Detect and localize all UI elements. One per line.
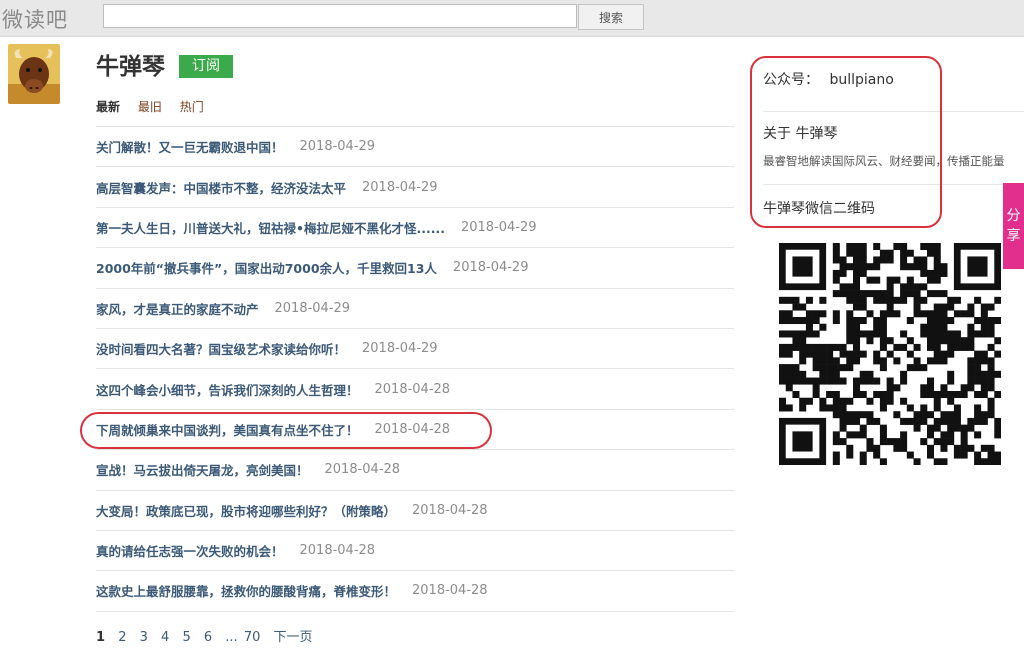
list-item: 2000年前“撤兵事件”，国家出动7000余人，千里救回13人 2018-04-2… [96, 248, 734, 289]
article-link[interactable]: 没时间看四大名著？国宝级艺术家读给你听！ [96, 339, 346, 358]
article-link[interactable]: 2000年前“撤兵事件”，国家出动7000余人，千里救回13人 [96, 258, 437, 277]
article-link[interactable]: 关门解散！又一巨无霸败退中国！ [96, 137, 284, 156]
article-date: 2018-04-28 [412, 583, 488, 599]
list-item: 家风，才是真正的家庭不动产 2018-04-29 [96, 289, 734, 329]
article-date: 2018-04-29 [460, 219, 537, 235]
page-link[interactable]: 6 [204, 630, 212, 645]
article-date: 2018-04-28 [412, 502, 488, 518]
article-date: 2018-04-29 [299, 139, 376, 155]
article-link[interactable]: 高层智囊发声：中国楼市不整，经济没法太平 [96, 178, 346, 197]
search-button[interactable]: 搜索 [578, 4, 644, 30]
search-input[interactable] [103, 4, 577, 28]
article-date: 2018-04-28 [324, 462, 401, 478]
page-link[interactable]: 5 [182, 630, 190, 645]
share-label-bottom: 享 [1006, 228, 1021, 244]
list-item: 大变局！政策底已现，股市将迎哪些利好？（附策略） 2018-04-28 [96, 491, 734, 531]
article-link[interactable]: 这四个峰会小细节，告诉我们深刻的人生哲理！ [96, 380, 359, 399]
next-page-link[interactable]: 下一页 [274, 630, 313, 645]
tab-hot[interactable]: 热门 [180, 100, 204, 114]
article-date: 2018-04-28 [374, 381, 451, 397]
list-item: 没时间看四大名著？国宝级艺术家读给你听！ 2018-04-29 [96, 329, 734, 370]
article-link[interactable]: 宣战！马云拔出倚天屠龙，亮剑美国！ [96, 460, 309, 479]
page-link[interactable]: 3 [140, 630, 148, 645]
article-date: 2018-04-29 [274, 300, 351, 316]
list-item: 宣战！马云拔出倚天屠龙，亮剑美国！ 2018-04-28 [96, 450, 734, 491]
article-link[interactable]: 大变局！政策底已现，股市将迎哪些利好？（附策略） [96, 501, 396, 520]
page-link[interactable]: 70 [244, 630, 261, 645]
list-item: 真的请给任志强一次失败的机会！ 2018-04-28 [96, 531, 734, 572]
qr-code [779, 243, 1002, 466]
article-date: 2018-04-28 [299, 543, 376, 559]
page-title: 牛弹琴 [96, 54, 165, 80]
top-bar: 微读吧 搜索 [0, 0, 1024, 37]
sort-tabs: 最新 最旧 热门 [96, 98, 218, 115]
site-logo[interactable]: 微读吧 [2, 4, 68, 34]
list-item: 这四个峰会小细节，告诉我们深刻的人生哲理！ 2018-04-28 [96, 369, 734, 410]
page-current: 1 [96, 630, 106, 645]
article-link[interactable]: 第一夫人生日，川普送大礼，钮祜禄•梅拉尼娅不黑化才怪...... [96, 218, 445, 237]
tab-latest[interactable]: 最新 [96, 100, 120, 114]
share-label-top: 分 [1006, 208, 1021, 224]
article-list: 关门解散！又一巨无霸败退中国！ 2018-04-29 高层智囊发声：中国楼市不整，… [96, 126, 734, 612]
page-link[interactable]: 2 [118, 630, 126, 645]
article-link[interactable]: 真的请给任志强一次失败的机会！ [96, 541, 284, 560]
list-item: 关门解散！又一巨无霸败退中国！ 2018-04-29 [96, 127, 734, 168]
list-item: 高层智囊发声：中国楼市不整，经济没法太平 2018-04-29 [96, 167, 734, 208]
article-date: 2018-04-29 [362, 341, 438, 357]
article-link[interactable]: 家风，才是真正的家庭不动产 [96, 299, 259, 318]
tab-oldest[interactable]: 最旧 [138, 100, 162, 114]
subscribe-button[interactable]: 订阅 [179, 55, 233, 78]
article-date: 2018-04-29 [452, 260, 529, 276]
share-button[interactable]: 分 享 [1003, 183, 1024, 269]
highlight-annotation [80, 412, 492, 449]
article-link[interactable]: 这款史上最舒服腰靠，拯救你的腰酸背痛，脊椎变形！ [96, 581, 396, 600]
page-ellipsis: ... [225, 630, 238, 645]
article-date: 2018-04-29 [362, 179, 438, 195]
sidebar-highlight-annotation [750, 56, 942, 228]
list-item: 这款史上最舒服腰靠，拯救你的腰酸背痛，脊椎变形！ 2018-04-28 [96, 571, 734, 612]
page-link[interactable]: 4 [161, 630, 169, 645]
pagination: 1 2 3 4 5 6 ... 70 下一页 [96, 626, 322, 645]
list-item: 第一夫人生日，川普送大礼，钮祜禄•梅拉尼娅不黑化才怪...... 2018-04-… [96, 208, 734, 249]
avatar [8, 44, 60, 104]
